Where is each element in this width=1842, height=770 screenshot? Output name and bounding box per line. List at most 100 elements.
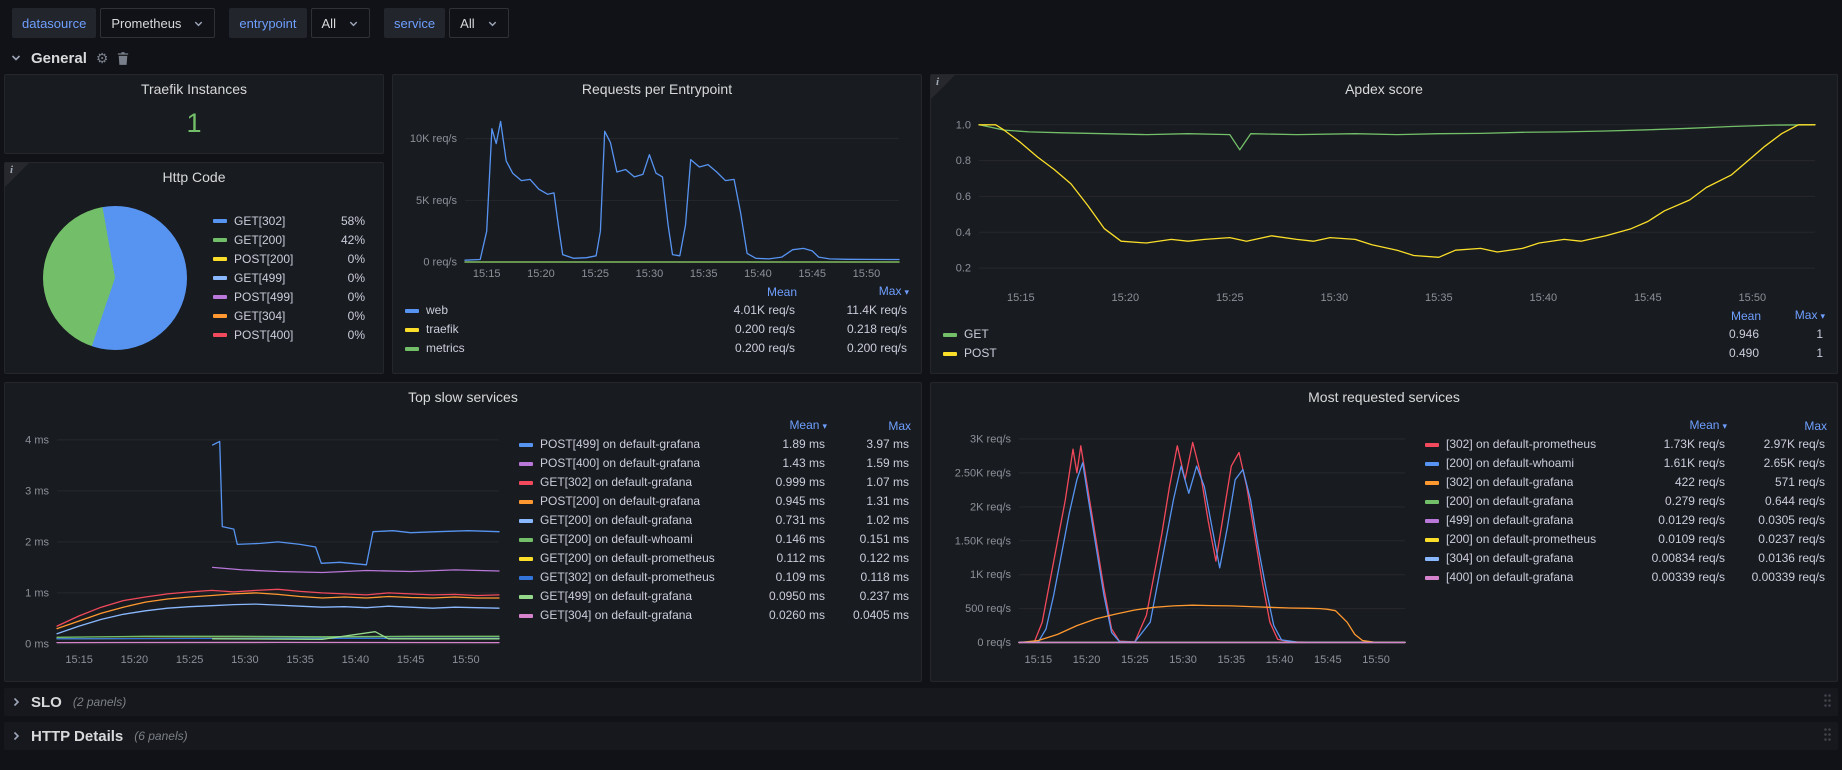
svg-text:1K req/s: 1K req/s: [970, 569, 1011, 581]
legend-item[interactable]: [499] on default-grafana 0.0129 req/s 0.…: [1425, 511, 1827, 530]
series-color-swatch: [519, 519, 533, 523]
legend-item[interactable]: [200] on default-whoami 1.61K req/s 2.65…: [1425, 454, 1827, 473]
svg-text:0.2: 0.2: [956, 263, 971, 275]
legend-item[interactable]: GET[302] on default-prometheus 0.109 ms …: [519, 568, 911, 587]
legend-header: Mean Max: [405, 282, 909, 301]
panel-title[interactable]: Most requested services: [931, 383, 1837, 410]
legend-item[interactable]: [302] on default-prometheus 1.73K req/s …: [1425, 435, 1827, 454]
series-color-swatch: [405, 309, 419, 313]
svg-text:15:15: 15:15: [473, 268, 501, 280]
chart-canvas: 0.20.40.60.81.015:1515:2015:2515:3015:35…: [943, 104, 1825, 306]
panel-info-icon[interactable]: i: [5, 163, 29, 187]
legend-sort-max-button[interactable]: Max: [827, 417, 911, 436]
legend-sort-mean-button[interactable]: Mean: [1619, 416, 1727, 436]
drag-handle-icon[interactable]: [1823, 693, 1832, 711]
panel-info-icon[interactable]: i: [931, 75, 955, 99]
drag-handle-icon[interactable]: [1823, 727, 1832, 745]
series-line: [213, 441, 499, 564]
svg-text:15:25: 15:25: [1121, 654, 1149, 666]
panel-title[interactable]: Apdex score: [931, 75, 1837, 102]
panel-traefik-instances: Traefik Instances 1: [4, 74, 384, 154]
time-series-chart[interactable]: 0 req/s5K req/s10K req/s15:1515:2015:251…: [405, 104, 909, 282]
legend-sort-mean-button[interactable]: Mean: [739, 416, 827, 436]
legend-item[interactable]: GET[200] on default-prometheus 0.112 ms …: [519, 549, 911, 568]
legend-item[interactable]: GET[200] 42%: [213, 230, 369, 249]
legend-item[interactable]: [200] on default-prometheus 0.0109 req/s…: [1425, 530, 1827, 549]
legend-item[interactable]: traefik 0.200 req/s 0.218 req/s: [405, 320, 909, 339]
series-color-swatch: [1425, 443, 1439, 447]
legend-item[interactable]: [302] on default-grafana 422 req/s 571 r…: [1425, 473, 1827, 492]
legend-sort-max-button[interactable]: Max: [1727, 417, 1827, 436]
pie-chart[interactable]: [43, 206, 187, 350]
row-settings-button[interactable]: ⚙: [96, 51, 109, 65]
variable-control: datasource Prometheus: [12, 8, 215, 38]
svg-text:15:20: 15:20: [121, 654, 149, 666]
row-delete-button[interactable]: [117, 52, 129, 65]
legend-item[interactable]: GET 0.946 1: [943, 325, 1825, 344]
legend-item[interactable]: [400] on default-grafana 0.00339 req/s 0…: [1425, 568, 1827, 587]
legend-item[interactable]: POST[499] on default-grafana 1.89 ms 3.9…: [519, 435, 911, 454]
legend-item[interactable]: GET[499] on default-grafana 0.0950 ms 0.…: [519, 587, 911, 606]
svg-text:0.6: 0.6: [956, 191, 971, 203]
legend-item[interactable]: metrics 0.200 req/s 0.200 req/s: [405, 339, 909, 358]
svg-text:15:30: 15:30: [636, 268, 664, 280]
legend: Mean Max web 4.01K req/s 11.4K req/s tra…: [405, 282, 909, 358]
panel-title[interactable]: Top slow services: [5, 383, 921, 410]
row-header-http-details[interactable]: HTTP Details (6 panels): [4, 722, 1838, 750]
variable-value-dropdown[interactable]: All: [449, 8, 508, 38]
legend-item[interactable]: POST[200] on default-grafana 0.945 ms 1.…: [519, 492, 911, 511]
legend-item[interactable]: POST[400] 0%: [213, 325, 369, 344]
legend-item[interactable]: GET[304] 0%: [213, 306, 369, 325]
row-header-general[interactable]: General ⚙: [4, 44, 1838, 72]
panel-title[interactable]: Http Code: [5, 163, 383, 190]
legend-sort-max-button[interactable]: Max: [797, 282, 909, 302]
series-line: [57, 604, 499, 634]
legend-item[interactable]: GET[304] on default-grafana 0.0260 ms 0.…: [519, 606, 911, 625]
time-series-chart[interactable]: 0 ms1 ms2 ms3 ms4 ms15:1515:2015:2515:30…: [15, 412, 509, 668]
series-color-swatch: [943, 352, 957, 356]
series-color-swatch: [1425, 519, 1439, 523]
series-color-swatch: [943, 333, 957, 337]
time-series-chart[interactable]: 0.20.40.60.81.015:1515:2015:2515:3015:35…: [943, 104, 1825, 306]
svg-text:2.50K req/s: 2.50K req/s: [955, 467, 1012, 479]
legend-item[interactable]: POST[200] 0%: [213, 249, 369, 268]
chart-canvas: 0 req/s500 req/s1K req/s1.50K req/s2K re…: [941, 412, 1415, 668]
legend: GET[302] 58% GET[200] 42% POST[200] 0%: [213, 211, 369, 344]
variable-control: service All: [384, 8, 509, 38]
chevron-down-icon: [193, 18, 204, 29]
panel-title[interactable]: Traefik Instances: [5, 75, 383, 102]
series-color-swatch: [213, 219, 227, 223]
svg-text:0.4: 0.4: [956, 227, 971, 239]
legend-item[interactable]: GET[499] 0%: [213, 268, 369, 287]
legend-item[interactable]: GET[302] on default-grafana 0.999 ms 1.0…: [519, 473, 911, 492]
legend-item[interactable]: GET[200] on default-grafana 0.731 ms 1.0…: [519, 511, 911, 530]
series-color-swatch: [519, 481, 533, 485]
time-series-chart[interactable]: 0 req/s500 req/s1K req/s1.50K req/s2K re…: [941, 412, 1415, 668]
series-line: [1019, 463, 1405, 643]
series-color-swatch: [1425, 557, 1439, 561]
legend-item[interactable]: web 4.01K req/s 11.4K req/s: [405, 301, 909, 320]
chart-canvas: 0 ms1 ms2 ms3 ms4 ms15:1515:2015:2515:30…: [15, 412, 509, 668]
variable-value-dropdown[interactable]: Prometheus: [100, 8, 215, 38]
legend-item[interactable]: GET[302] 58%: [213, 211, 369, 230]
series-line: [1019, 605, 1405, 642]
variable-value-dropdown[interactable]: All: [311, 8, 370, 38]
legend-item[interactable]: POST[400] on default-grafana 1.43 ms 1.5…: [519, 454, 911, 473]
row-title: HTTP Details: [31, 728, 123, 745]
series-color-swatch: [213, 238, 227, 242]
info-letter: i: [10, 164, 13, 176]
legend-item[interactable]: [200] on default-grafana 0.279 req/s 0.6…: [1425, 492, 1827, 511]
legend-item[interactable]: POST 0.490 1: [943, 344, 1825, 363]
svg-text:10K req/s: 10K req/s: [410, 133, 458, 145]
legend-sort-mean-button[interactable]: Mean: [679, 283, 797, 302]
row-header-slo[interactable]: SLO (2 panels): [4, 688, 1838, 716]
svg-text:15:45: 15:45: [1634, 292, 1662, 304]
legend-item[interactable]: POST[499] 0%: [213, 287, 369, 306]
legend-sort-max-button[interactable]: Max: [1761, 306, 1825, 326]
series-color-swatch: [1425, 538, 1439, 542]
legend-item[interactable]: [304] on default-grafana 0.00834 req/s 0…: [1425, 549, 1827, 568]
legend-sort-mean-button[interactable]: Mean: [1651, 307, 1761, 326]
panel-title[interactable]: Requests per Entrypoint: [393, 75, 921, 102]
panel-http-code: i Http Code GET[302] 58% GET[200] 42%: [4, 162, 384, 374]
legend-item[interactable]: GET[200] on default-whoami 0.146 ms 0.15…: [519, 530, 911, 549]
